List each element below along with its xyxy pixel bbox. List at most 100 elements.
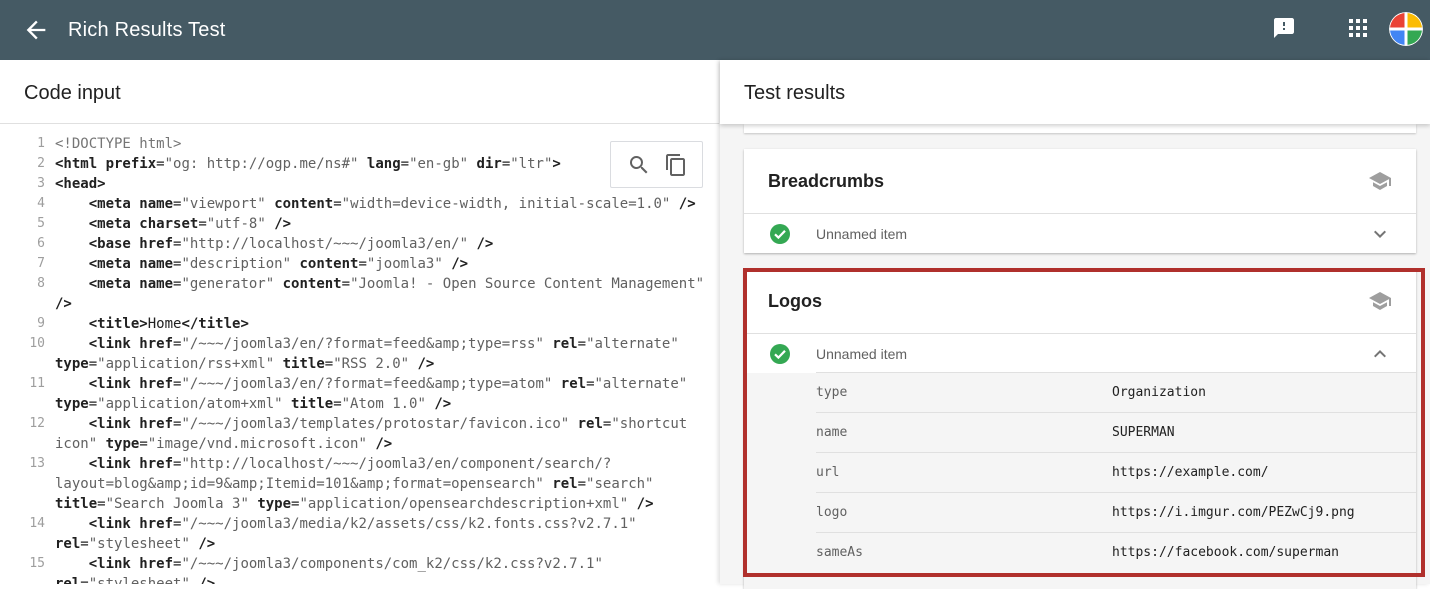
code-token: rel xyxy=(577,416,603,432)
code-token: "application/atom+xml" xyxy=(97,396,283,412)
code-token: charset xyxy=(139,216,199,232)
line-number: 3 xyxy=(37,176,45,191)
chevron-down-icon[interactable] xyxy=(1368,222,1392,246)
code-token: <link xyxy=(55,516,140,532)
property-value: SUPERMAN xyxy=(1112,425,1175,440)
code-token: href xyxy=(139,376,174,392)
property-row: logo https://i.imgur.com/PEZwCj9.png xyxy=(816,492,1416,532)
copy-code-button[interactable] xyxy=(664,153,688,177)
code-line: layout=blog&amp;id=9&amp;Itemid=101&amp;… xyxy=(0,474,719,494)
chevron-up-icon[interactable] xyxy=(1368,342,1392,366)
avatar-image xyxy=(1389,12,1423,46)
apps-button[interactable] xyxy=(1347,17,1369,39)
code-line: 7 <meta name="description" content="joom… xyxy=(0,254,719,274)
code-token: <title> xyxy=(55,316,148,332)
arrow-left-icon xyxy=(26,20,46,40)
line-number: 15 xyxy=(29,556,45,571)
code-token: type xyxy=(105,436,140,452)
code-line: 12 <link href="/~~~/joomla3/templates/pr… xyxy=(0,414,719,434)
code-text: <meta charset="utf-8" /> xyxy=(55,214,291,234)
line-number: 5 xyxy=(37,216,45,231)
line-number: 10 xyxy=(29,336,45,351)
property-key: sameAs xyxy=(816,545,863,560)
code-token: "utf-8" xyxy=(206,216,266,232)
property-value: https://i.imgur.com/PEZwCj9.png xyxy=(1112,505,1355,520)
logos-item-row[interactable]: Unnamed item xyxy=(744,333,1416,373)
code-token: = xyxy=(80,576,89,584)
check-circle-icon xyxy=(770,344,790,364)
code-token: <meta xyxy=(55,196,140,212)
code-token: <link xyxy=(55,416,140,432)
code-token: <!DOCTYPE html> xyxy=(55,136,182,152)
code-token: = xyxy=(501,156,511,172)
school-cap-icon[interactable] xyxy=(1368,291,1392,311)
code-token: </title> xyxy=(181,316,249,332)
feedback-button[interactable] xyxy=(1272,16,1296,40)
code-token: <link xyxy=(55,336,140,352)
code-token: "en-gb" xyxy=(409,156,469,172)
code-token: /> xyxy=(366,436,393,452)
code-token: "ltr" xyxy=(510,156,553,172)
school-cap-icon[interactable] xyxy=(1368,171,1392,191)
code-token: "application/opensearchdescription+xml" xyxy=(299,496,629,512)
code-token: /> xyxy=(409,356,435,372)
code-token: "image/vnd.microsoft.icon" xyxy=(147,436,367,452)
code-token: /> xyxy=(189,536,216,552)
code-token: rel xyxy=(552,336,578,352)
code-token: content xyxy=(274,196,334,212)
code-token: = xyxy=(333,196,342,212)
code-text: type="application/rss+xml" title="RSS 2.… xyxy=(55,354,434,374)
logos-card-title: Logos xyxy=(768,291,822,311)
code-token: type xyxy=(55,396,89,412)
breadcrumbs-card-title: Breadcrumbs xyxy=(768,171,885,191)
code-token: Home xyxy=(147,316,182,332)
code-line: 5 <meta charset="utf-8" /> xyxy=(0,214,719,234)
code-input-title: Code input xyxy=(24,82,121,104)
code-token: prefix xyxy=(105,156,157,172)
app-title: Rich Results Test xyxy=(68,19,226,41)
code-token: <meta xyxy=(55,276,140,292)
breadcrumbs-item-row[interactable]: Unnamed item xyxy=(744,213,1416,253)
test-results-pane: Test results Breadcrumbs Unnamed item Lo… xyxy=(720,60,1430,589)
line-number: 2 xyxy=(37,156,45,171)
code-token: content xyxy=(282,276,342,292)
code-line: 9 <title>Home</title> xyxy=(0,314,719,334)
code-token: rel xyxy=(560,376,587,392)
code-token: = xyxy=(333,396,342,412)
code-line: 11 <link href = "/~~~/joomla3/en/?format=f… xyxy=(0,374,719,394)
code-editor[interactable]: 1 <!DOCTYPE html> 2 <html prefix="og: http:… xyxy=(0,124,719,584)
line-number: 14 xyxy=(29,516,45,531)
code-token: "Joomla! - Open Source Content Managemen… xyxy=(350,276,705,292)
code-token: rel xyxy=(55,576,81,584)
code-token: name xyxy=(139,196,174,212)
code-token: "stylesheet" xyxy=(88,536,190,552)
code-token: <html xyxy=(55,156,106,172)
test-results-header: Test results xyxy=(720,60,1430,124)
code-token: <meta xyxy=(55,216,140,232)
code-token: /> xyxy=(670,196,696,212)
code-text: <link href="/~~~/joomla3/components/com_… xyxy=(55,554,603,574)
code-token: = xyxy=(586,376,595,392)
code-token: layout=blog&amp;id=9&amp;Itemid=101&amp;… xyxy=(55,476,544,492)
code-input-pane: Code input 1 <!DOCTYPE html> 2 <html prefix… xyxy=(0,60,719,584)
search-code-button[interactable] xyxy=(627,153,651,177)
code-token: href xyxy=(139,456,174,472)
code-token: "application/rss+xml" xyxy=(97,356,275,372)
code-token: "alternate" xyxy=(586,336,679,352)
code-text: /> xyxy=(55,294,72,314)
code-token: title xyxy=(282,356,325,372)
back-button[interactable] xyxy=(22,16,50,44)
code-text: <title>Home</title> xyxy=(55,314,249,334)
account-avatar[interactable] xyxy=(1389,12,1423,46)
logos-item-label: Unnamed item xyxy=(816,346,908,362)
code-line: rel="stylesheet" /> xyxy=(0,574,719,584)
copy-icon xyxy=(666,154,685,176)
code-token: = xyxy=(400,156,410,172)
code-token: href xyxy=(139,336,174,352)
code-token: /> xyxy=(468,236,494,252)
code-text: <link href = "/~~~/joomla3/en/?format=feed… xyxy=(55,334,679,354)
property-value: Organization xyxy=(1112,385,1206,400)
